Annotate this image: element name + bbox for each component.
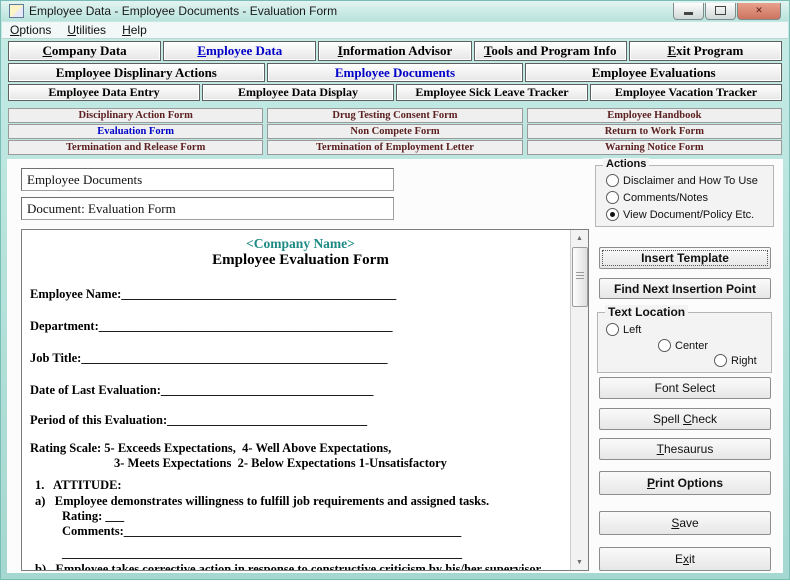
scroll-up-icon[interactable]: ▲ <box>571 230 588 246</box>
window-controls: ✕ <box>672 3 781 20</box>
document-scrollbar[interactable]: ▲ ▼ <box>570 230 588 570</box>
radio-icon <box>606 174 619 187</box>
save-button[interactable]: Save <box>599 511 771 535</box>
doc-line: b) Employee takes corrective action in r… <box>35 562 571 570</box>
form-evaluation[interactable]: Evaluation Form <box>8 124 263 139</box>
document-body: <Company Name> Employee Evaluation Form … <box>22 230 571 570</box>
close-button[interactable]: ✕ <box>737 3 781 20</box>
radio-left[interactable]: Left <box>606 323 641 336</box>
doc-line: Job Title:______________________________… <box>30 351 571 366</box>
radio-selected-icon <box>606 208 619 221</box>
main-panel: Employee Documents Document: Evaluation … <box>7 159 783 573</box>
tab-tools-program-info[interactable]: Tools and Program Info <box>474 41 627 61</box>
actions-group-label: Actions <box>603 158 649 170</box>
document-name-field[interactable]: Document: Evaluation Form <box>21 197 394 220</box>
form-non-compete[interactable]: Non Compete Form <box>267 124 522 139</box>
text-location-label: Text Location <box>605 305 688 319</box>
actions-group: Actions Disclaimer and How To Use Commen… <box>595 165 774 227</box>
find-next-insertion-point-button[interactable]: Find Next Insertion Point <box>599 278 771 299</box>
tab-employee-data-entry[interactable]: Employee Data Entry <box>8 84 200 101</box>
tab-employee-vacation-tracker[interactable]: Employee Vacation Tracker <box>590 84 782 101</box>
form-employee-handbook[interactable]: Employee Handbook <box>527 108 782 123</box>
tab-employee-documents[interactable]: Employee Documents <box>267 63 524 82</box>
exit-button[interactable]: Exit <box>599 547 771 571</box>
insert-template-button[interactable]: Insert Template <box>599 247 771 269</box>
form-disciplinary-action[interactable]: Disciplinary Action Form <box>8 108 263 123</box>
window-title: Employee Data - Employee Documents - Eva… <box>29 4 337 18</box>
doc-line: 1. ATTITUDE: <box>35 478 571 493</box>
radio-icon <box>714 354 727 367</box>
radio-right[interactable]: Right <box>714 354 757 367</box>
thesaurus-button[interactable]: Thesaurus <box>599 438 771 460</box>
radio-icon <box>606 191 619 204</box>
doc-line: a) Employee demonstrates willingness to … <box>35 494 571 509</box>
radio-center[interactable]: Center <box>658 339 708 352</box>
app-icon <box>9 4 24 18</box>
section-tab-row: Employee Displinary Actions Employee Doc… <box>3 63 787 82</box>
radio-icon <box>658 339 671 352</box>
doc-line: Period of this Evaluation:______________… <box>30 413 571 428</box>
tab-employee-data[interactable]: Employee Data <box>163 41 316 61</box>
menu-bar: Options Utilities Help <box>2 22 788 39</box>
app-window: Employee Data - Employee Documents - Eva… <box>0 0 790 580</box>
maximize-button[interactable] <box>705 3 736 20</box>
minimize-button[interactable] <box>673 3 704 20</box>
doc-line: Rating Scale: 5- Exceeds Expectations, 4… <box>30 441 571 456</box>
doc-line: Date of Last Evaluation:________________… <box>30 383 571 398</box>
subsection-tab-row: Employee Data Entry Employee Data Displa… <box>3 84 787 101</box>
tab-employee-data-display[interactable]: Employee Data Display <box>202 84 394 101</box>
scroll-down-icon[interactable]: ▼ <box>571 554 588 570</box>
menu-utilities[interactable]: Utilities <box>59 23 114 37</box>
document-form-grid: Disciplinary Action Form Drug Testing Co… <box>3 108 787 155</box>
tab-employee-evaluations[interactable]: Employee Evaluations <box>525 63 782 82</box>
doc-form-title: Employee Evaluation Form <box>30 252 571 269</box>
radio-icon <box>606 323 619 336</box>
section-field[interactable]: Employee Documents <box>21 168 394 191</box>
form-termination-employment-letter[interactable]: Termination of Employment Letter <box>267 140 522 155</box>
print-options-button[interactable]: Print Options <box>599 471 771 495</box>
text-location-group: Text Location Left Center Right <box>597 312 772 373</box>
radio-comments-notes[interactable]: Comments/Notes <box>606 191 708 204</box>
scrollbar-thumb[interactable] <box>572 247 588 307</box>
minimize-icon <box>684 12 693 15</box>
thumb-grip <box>576 272 584 273</box>
form-warning-notice[interactable]: Warning Notice Form <box>527 140 782 155</box>
maximize-icon <box>715 6 726 15</box>
close-icon: ✕ <box>755 6 763 15</box>
title-bar: Employee Data - Employee Documents - Eva… <box>1 1 789 21</box>
spell-check-button[interactable]: Spell Check <box>599 408 771 430</box>
main-tab-row: Company Data Employee Data Information A… <box>3 41 787 61</box>
tab-company-data[interactable]: Company Data <box>8 41 161 61</box>
radio-view-document[interactable]: View Document/Policy Etc. <box>606 208 754 221</box>
doc-line: Department:_____________________________… <box>30 319 571 334</box>
tab-exit-program[interactable]: Exit Program <box>629 41 782 61</box>
menu-help[interactable]: Help <box>114 23 155 37</box>
doc-line: ________________________________________… <box>62 546 571 561</box>
tab-information-advisor[interactable]: Information Advisor <box>318 41 471 61</box>
font-select-button[interactable]: Font Select <box>599 377 771 399</box>
tab-employee-disciplinary-actions[interactable]: Employee Displinary Actions <box>8 63 265 82</box>
document-viewer[interactable]: <Company Name> Employee Evaluation Form … <box>21 229 589 571</box>
form-termination-release[interactable]: Termination and Release Form <box>8 140 263 155</box>
menu-options[interactable]: Options <box>2 23 59 37</box>
radio-disclaimer[interactable]: Disclaimer and How To Use <box>606 174 758 187</box>
doc-line: 3- Meets Expectations 2- Below Expectati… <box>114 456 571 471</box>
form-drug-testing-consent[interactable]: Drug Testing Consent Form <box>267 108 522 123</box>
doc-line: Employee Name:__________________________… <box>30 287 571 302</box>
doc-line: Rating: ___ <box>62 509 571 524</box>
screen: { "window": { "title": "Employee Data - … <box>0 0 790 584</box>
doc-company-name: <Company Name> <box>30 236 571 252</box>
form-return-to-work[interactable]: Return to Work Form <box>527 124 782 139</box>
doc-line: Comments:_______________________________… <box>62 524 571 539</box>
tab-employee-sick-leave-tracker[interactable]: Employee Sick Leave Tracker <box>396 84 588 101</box>
